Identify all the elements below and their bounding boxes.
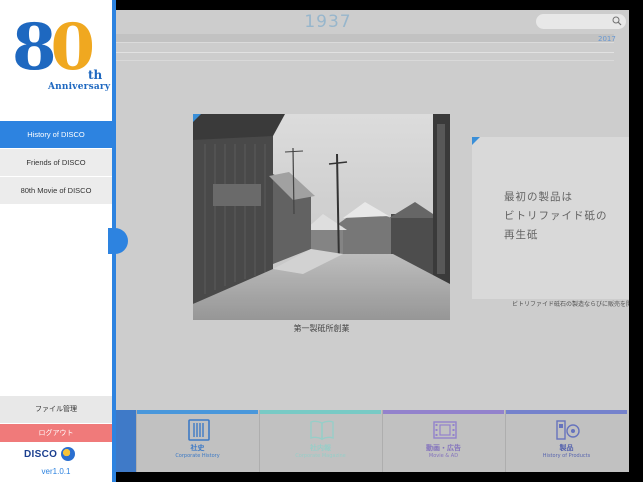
card-subtext: ビトリファイド砥石の製造ならびに販売を開 bbox=[512, 301, 629, 308]
logo-suffix: th bbox=[88, 68, 103, 82]
main-content: 1937 2017 第一製砥所創業 最初の製品は ビトリファイド砥の 再生砥 ビ… bbox=[112, 10, 629, 472]
timeline-end-year: 2017 bbox=[598, 35, 616, 43]
current-year: 1937 bbox=[304, 12, 352, 32]
search-icon bbox=[612, 16, 622, 26]
card-text-line: 再生砥 bbox=[504, 229, 539, 241]
card-corner-marker bbox=[472, 137, 480, 145]
tab-corporate-history[interactable]: 社史 Corporate History bbox=[136, 410, 258, 472]
tab-label: 動画・広告 bbox=[426, 444, 461, 452]
version-label: ver1.0.1 bbox=[41, 467, 71, 476]
tab-accent bbox=[260, 410, 381, 414]
tab-label: 社史 bbox=[190, 444, 205, 452]
tab-label: 製品 bbox=[559, 444, 574, 452]
bottom-tab-bar: 社史 Corporate History 社内報 Corporate Magaz… bbox=[112, 410, 629, 472]
brand-mark-icon bbox=[61, 447, 76, 461]
logo-word: Anniversary bbox=[48, 82, 111, 92]
nav-history-of-disco[interactable]: History of DISCO bbox=[0, 121, 112, 149]
timeline-divider bbox=[112, 60, 614, 61]
tab-sublabel: Corporate History bbox=[175, 453, 220, 459]
tab-products[interactable]: 製品 History of Products bbox=[505, 410, 627, 472]
book-icon bbox=[188, 419, 210, 441]
sidebar: 80 th Anniversary History of DISCO Frien… bbox=[0, 0, 112, 482]
anniversary-logo: 80 th Anniversary bbox=[12, 16, 110, 94]
tab-sublabel: Movie & AD bbox=[428, 453, 459, 459]
card-text-line: 最初の製品は bbox=[504, 191, 573, 203]
photo-image bbox=[193, 114, 450, 320]
logo-number: 80 bbox=[12, 10, 95, 85]
tab-label: 社内報 bbox=[310, 444, 331, 452]
tab-sublabel: Corporate Magazine bbox=[295, 453, 346, 459]
logout-button[interactable]: ログアウト bbox=[0, 424, 112, 442]
tab-sublabel: History of Products bbox=[542, 453, 591, 459]
photo-caption: 第一製砥所創業 bbox=[293, 324, 350, 333]
nav-80th-movie[interactable]: 80th Movie of DISCO bbox=[0, 177, 112, 205]
card-text-line: ビトリファイド砥の bbox=[504, 210, 608, 222]
film-icon bbox=[433, 421, 457, 439]
historical-photo[interactable] bbox=[193, 114, 450, 320]
tab-accent bbox=[506, 410, 627, 414]
tab-movie-ad[interactable]: 動画・広告 Movie & AD bbox=[382, 410, 504, 472]
description-card[interactable]: 最初の製品は ビトリファイド砥の 再生砥 bbox=[472, 137, 629, 299]
products-icon bbox=[556, 420, 580, 440]
tab-accent bbox=[383, 410, 504, 414]
disco-brand-logo: DISCO bbox=[24, 447, 76, 461]
tab-accent bbox=[137, 410, 258, 414]
tab-corporate-magazine[interactable]: 社内報 Corporate Magazine bbox=[259, 410, 381, 472]
open-book-icon bbox=[310, 420, 334, 441]
brand-name: DISCO bbox=[24, 448, 58, 460]
nav-friends-of-disco[interactable]: Friends of DISCO bbox=[0, 149, 112, 177]
timeline-scrubber[interactable] bbox=[112, 34, 614, 43]
file-management-button[interactable]: ファイル管理 bbox=[0, 396, 112, 423]
search-input[interactable] bbox=[536, 14, 626, 29]
photo-corner-marker bbox=[193, 114, 201, 122]
timeline-divider bbox=[112, 52, 614, 53]
